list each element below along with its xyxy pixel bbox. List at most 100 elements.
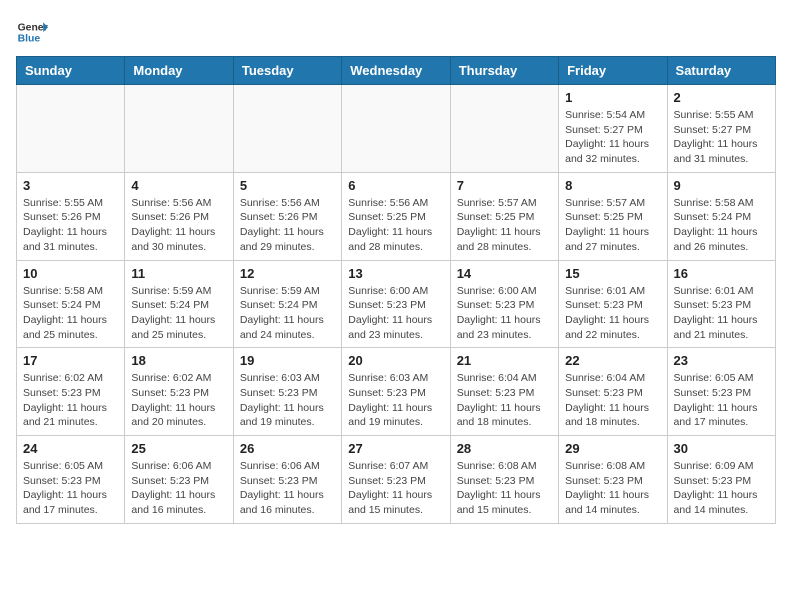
calendar-cell: 13 Sunrise: 6:00 AM Sunset: 5:23 PM Dayli… xyxy=(342,260,450,348)
weekday-header-saturday: Saturday xyxy=(667,57,775,85)
calendar-cell: 22 Sunrise: 6:04 AM Sunset: 5:23 PM Dayli… xyxy=(559,348,667,436)
calendar-cell: 26 Sunrise: 6:06 AM Sunset: 5:23 PM Dayli… xyxy=(233,436,341,524)
weekday-header-tuesday: Tuesday xyxy=(233,57,341,85)
day-number: 8 xyxy=(565,178,660,193)
day-number: 11 xyxy=(131,266,226,281)
calendar-cell xyxy=(125,85,233,173)
day-number: 23 xyxy=(674,353,769,368)
day-info: Sunrise: 5:55 AM Sunset: 5:27 PM Dayligh… xyxy=(674,108,769,167)
weekday-header-wednesday: Wednesday xyxy=(342,57,450,85)
calendar-cell: 4 Sunrise: 5:56 AM Sunset: 5:26 PM Daylig… xyxy=(125,172,233,260)
day-number: 7 xyxy=(457,178,552,193)
calendar-cell: 7 Sunrise: 5:57 AM Sunset: 5:25 PM Daylig… xyxy=(450,172,558,260)
day-info: Sunrise: 6:08 AM Sunset: 5:23 PM Dayligh… xyxy=(457,459,552,518)
day-info: Sunrise: 5:56 AM Sunset: 5:26 PM Dayligh… xyxy=(131,196,226,255)
day-number: 16 xyxy=(674,266,769,281)
weekday-header-thursday: Thursday xyxy=(450,57,558,85)
day-number: 15 xyxy=(565,266,660,281)
day-info: Sunrise: 6:06 AM Sunset: 5:23 PM Dayligh… xyxy=(131,459,226,518)
day-number: 13 xyxy=(348,266,443,281)
day-number: 3 xyxy=(23,178,118,193)
calendar-cell: 15 Sunrise: 6:01 AM Sunset: 5:23 PM Dayli… xyxy=(559,260,667,348)
week-row-2: 3 Sunrise: 5:55 AM Sunset: 5:26 PM Daylig… xyxy=(17,172,776,260)
weekday-header-row: SundayMondayTuesdayWednesdayThursdayFrid… xyxy=(17,57,776,85)
day-info: Sunrise: 5:59 AM Sunset: 5:24 PM Dayligh… xyxy=(240,284,335,343)
week-row-3: 10 Sunrise: 5:58 AM Sunset: 5:24 PM Dayli… xyxy=(17,260,776,348)
day-info: Sunrise: 5:57 AM Sunset: 5:25 PM Dayligh… xyxy=(457,196,552,255)
day-info: Sunrise: 5:57 AM Sunset: 5:25 PM Dayligh… xyxy=(565,196,660,255)
day-info: Sunrise: 6:00 AM Sunset: 5:23 PM Dayligh… xyxy=(348,284,443,343)
day-number: 22 xyxy=(565,353,660,368)
calendar-cell: 11 Sunrise: 5:59 AM Sunset: 5:24 PM Dayli… xyxy=(125,260,233,348)
day-info: Sunrise: 6:05 AM Sunset: 5:23 PM Dayligh… xyxy=(23,459,118,518)
day-number: 29 xyxy=(565,441,660,456)
calendar-cell xyxy=(342,85,450,173)
logo: General Blue xyxy=(16,16,48,48)
logo-icon: General Blue xyxy=(16,16,48,48)
calendar-cell: 8 Sunrise: 5:57 AM Sunset: 5:25 PM Daylig… xyxy=(559,172,667,260)
calendar-cell: 28 Sunrise: 6:08 AM Sunset: 5:23 PM Dayli… xyxy=(450,436,558,524)
weekday-header-friday: Friday xyxy=(559,57,667,85)
page-header: General Blue xyxy=(16,16,776,48)
day-info: Sunrise: 5:59 AM Sunset: 5:24 PM Dayligh… xyxy=(131,284,226,343)
day-number: 18 xyxy=(131,353,226,368)
calendar-table: SundayMondayTuesdayWednesdayThursdayFrid… xyxy=(16,56,776,524)
day-info: Sunrise: 6:08 AM Sunset: 5:23 PM Dayligh… xyxy=(565,459,660,518)
calendar-cell: 6Sunrise: 5:56 AM Sunset: 5:25 PM Daylig… xyxy=(342,172,450,260)
week-row-4: 17 Sunrise: 6:02 AM Sunset: 5:23 PM Dayli… xyxy=(17,348,776,436)
week-row-5: 24 Sunrise: 6:05 AM Sunset: 5:23 PM Dayli… xyxy=(17,436,776,524)
day-number: 24 xyxy=(23,441,118,456)
day-info: Sunrise: 6:01 AM Sunset: 5:23 PM Dayligh… xyxy=(565,284,660,343)
calendar-cell: 18 Sunrise: 6:02 AM Sunset: 5:23 PM Dayli… xyxy=(125,348,233,436)
day-number: 4 xyxy=(131,178,226,193)
day-number: 5 xyxy=(240,178,335,193)
day-number: 17 xyxy=(23,353,118,368)
week-row-1: 1Sunrise: 5:54 AM Sunset: 5:27 PM Daylig… xyxy=(17,85,776,173)
calendar-cell: 20 Sunrise: 6:03 AM Sunset: 5:23 PM Dayli… xyxy=(342,348,450,436)
day-info: Sunrise: 6:00 AM Sunset: 5:23 PM Dayligh… xyxy=(457,284,552,343)
calendar-cell xyxy=(450,85,558,173)
day-info: Sunrise: 5:56 AM Sunset: 5:26 PM Dayligh… xyxy=(240,196,335,255)
day-number: 14 xyxy=(457,266,552,281)
calendar-cell: 3 Sunrise: 5:55 AM Sunset: 5:26 PM Daylig… xyxy=(17,172,125,260)
day-info: Sunrise: 6:04 AM Sunset: 5:23 PM Dayligh… xyxy=(565,371,660,430)
calendar-cell: 23 Sunrise: 6:05 AM Sunset: 5:23 PM Dayli… xyxy=(667,348,775,436)
weekday-header-monday: Monday xyxy=(125,57,233,85)
day-info: Sunrise: 6:03 AM Sunset: 5:23 PM Dayligh… xyxy=(348,371,443,430)
day-info: Sunrise: 6:06 AM Sunset: 5:23 PM Dayligh… xyxy=(240,459,335,518)
day-number: 25 xyxy=(131,441,226,456)
day-info: Sunrise: 6:05 AM Sunset: 5:23 PM Dayligh… xyxy=(674,371,769,430)
day-info: Sunrise: 6:03 AM Sunset: 5:23 PM Dayligh… xyxy=(240,371,335,430)
day-number: 26 xyxy=(240,441,335,456)
day-number: 2 xyxy=(674,90,769,105)
day-info: Sunrise: 6:07 AM Sunset: 5:23 PM Dayligh… xyxy=(348,459,443,518)
weekday-header-sunday: Sunday xyxy=(17,57,125,85)
day-number: 30 xyxy=(674,441,769,456)
calendar-cell xyxy=(17,85,125,173)
calendar-cell: 12Sunrise: 5:59 AM Sunset: 5:24 PM Dayli… xyxy=(233,260,341,348)
calendar-cell: 27 Sunrise: 6:07 AM Sunset: 5:23 PM Dayli… xyxy=(342,436,450,524)
calendar-cell: 1Sunrise: 5:54 AM Sunset: 5:27 PM Daylig… xyxy=(559,85,667,173)
calendar-cell: 5 Sunrise: 5:56 AM Sunset: 5:26 PM Daylig… xyxy=(233,172,341,260)
calendar-cell: 29 Sunrise: 6:08 AM Sunset: 5:23 PM Dayli… xyxy=(559,436,667,524)
day-info: Sunrise: 5:55 AM Sunset: 5:26 PM Dayligh… xyxy=(23,196,118,255)
day-number: 9 xyxy=(674,178,769,193)
day-number: 27 xyxy=(348,441,443,456)
day-info: Sunrise: 6:01 AM Sunset: 5:23 PM Dayligh… xyxy=(674,284,769,343)
day-info: Sunrise: 5:58 AM Sunset: 5:24 PM Dayligh… xyxy=(23,284,118,343)
calendar-cell: 25 Sunrise: 6:06 AM Sunset: 5:23 PM Dayli… xyxy=(125,436,233,524)
calendar-cell: 16 Sunrise: 6:01 AM Sunset: 5:23 PM Dayli… xyxy=(667,260,775,348)
day-info: Sunrise: 6:02 AM Sunset: 5:23 PM Dayligh… xyxy=(131,371,226,430)
day-info: Sunrise: 6:02 AM Sunset: 5:23 PM Dayligh… xyxy=(23,371,118,430)
day-info: Sunrise: 6:09 AM Sunset: 5:23 PM Dayligh… xyxy=(674,459,769,518)
calendar-cell: 14 Sunrise: 6:00 AM Sunset: 5:23 PM Dayli… xyxy=(450,260,558,348)
day-info: Sunrise: 5:54 AM Sunset: 5:27 PM Dayligh… xyxy=(565,108,660,167)
calendar-cell: 2 Sunrise: 5:55 AM Sunset: 5:27 PM Daylig… xyxy=(667,85,775,173)
calendar-cell xyxy=(233,85,341,173)
day-number: 20 xyxy=(348,353,443,368)
day-number: 10 xyxy=(23,266,118,281)
day-number: 21 xyxy=(457,353,552,368)
day-info: Sunrise: 5:56 AM Sunset: 5:25 PM Dayligh… xyxy=(348,196,443,255)
day-number: 28 xyxy=(457,441,552,456)
calendar-cell: 9Sunrise: 5:58 AM Sunset: 5:24 PM Daylig… xyxy=(667,172,775,260)
